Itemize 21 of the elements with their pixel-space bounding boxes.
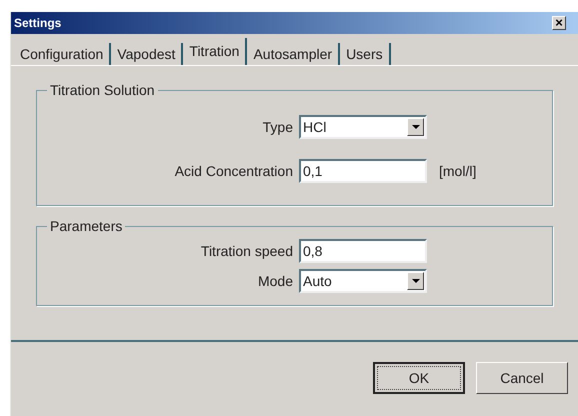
input-field[interactable]: 0,8 xyxy=(299,239,427,263)
dropdown[interactable]: Auto xyxy=(299,269,427,293)
field-label: Type xyxy=(262,118,294,137)
caret-icon xyxy=(412,125,420,129)
group-title: Parameters xyxy=(49,217,124,236)
input-field[interactable]: 0,1 xyxy=(299,159,427,183)
field-label: Titration speed xyxy=(200,242,294,261)
field-label: Mode xyxy=(256,272,294,290)
dropdown-value: Auto xyxy=(303,272,332,290)
field-label: Acid Concentration xyxy=(174,162,294,180)
dropdown[interactable]: HCl xyxy=(299,115,427,139)
dropdown-arrow-button[interactable] xyxy=(407,272,424,290)
caret-icon xyxy=(412,279,420,283)
close-button[interactable]: × xyxy=(552,16,566,30)
dropdown-arrow-button[interactable] xyxy=(407,118,424,136)
dialog-button[interactable]: Cancel xyxy=(476,362,568,394)
dropdown-value: HCl xyxy=(303,118,326,136)
unit-label: [mol/l] xyxy=(438,162,476,181)
window-title: Settings xyxy=(14,15,62,32)
dialog-button[interactable]: OK xyxy=(373,362,465,394)
group-title: Titration Solution xyxy=(49,81,156,100)
